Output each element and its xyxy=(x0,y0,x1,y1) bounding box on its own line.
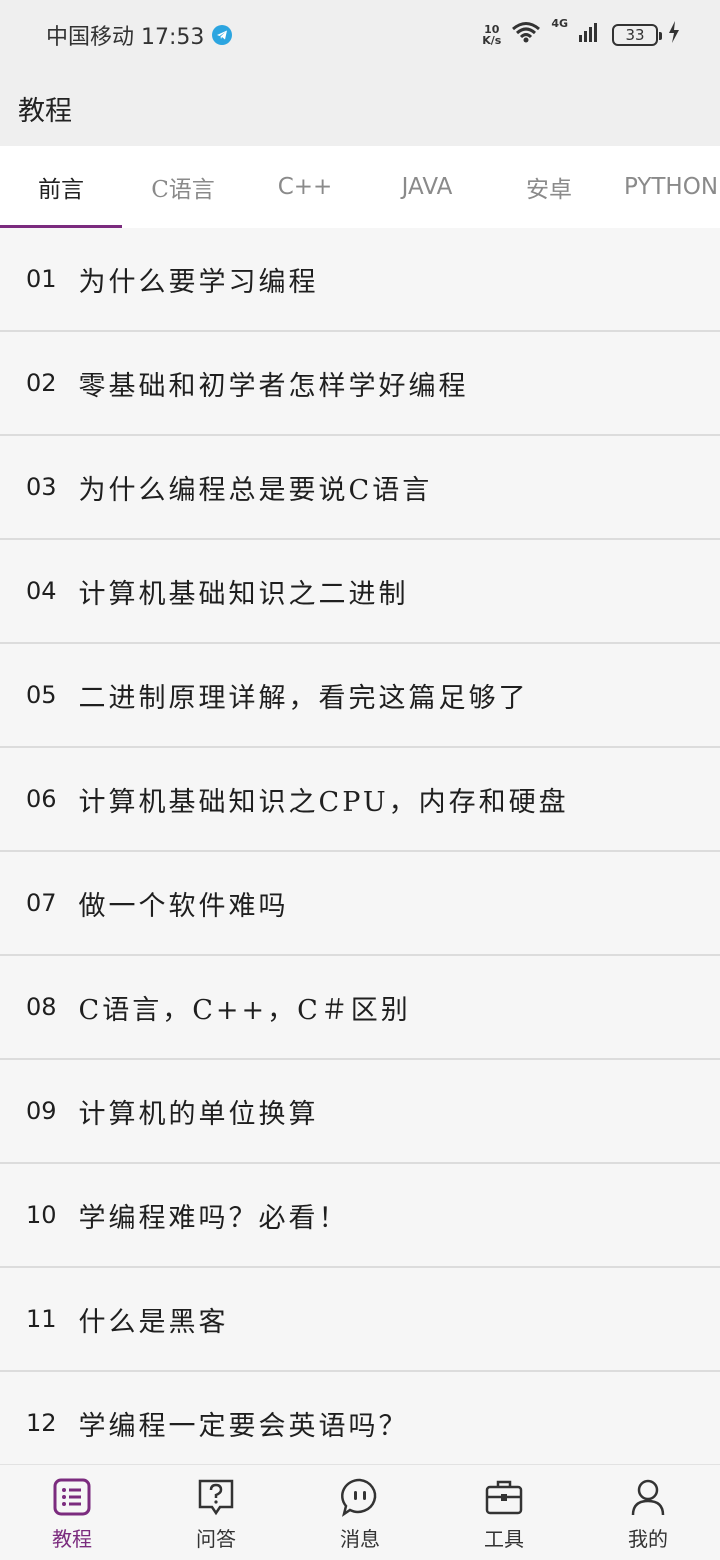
item-title: 为什么编程总是要说C语言 xyxy=(78,474,433,506)
list-item[interactable]: 10 学编程难吗？必看！ xyxy=(0,1164,720,1268)
toolbox-icon xyxy=(485,1480,523,1515)
signal-icon xyxy=(578,21,602,49)
item-number: 07 xyxy=(26,889,57,917)
nav-profile[interactable]: 我的 xyxy=(576,1465,720,1560)
tab-label: C语言 xyxy=(151,177,215,203)
status-right: 10 K/s 4G 33 xyxy=(482,17,680,49)
tab-android[interactable]: 安卓 xyxy=(488,146,610,228)
app-header: 教程 xyxy=(0,70,720,146)
tab-label: C++ xyxy=(277,174,333,200)
tab-python[interactable]: PYTHON xyxy=(610,146,720,228)
nav-tutorial[interactable]: 教程 xyxy=(0,1465,144,1560)
item-number: 06 xyxy=(26,785,57,813)
nav-label: 问答 xyxy=(196,1527,236,1551)
item-number: 12 xyxy=(26,1409,57,1437)
tab-java[interactable]: JAVA xyxy=(366,146,488,228)
item-number: 03 xyxy=(26,473,57,501)
list-icon xyxy=(53,1478,91,1516)
list-item[interactable]: 08 C语言，C++，C＃区别 xyxy=(0,956,720,1060)
item-title: C语言，C++，C＃区别 xyxy=(78,994,411,1026)
list-item[interactable]: 01 为什么要学习编程 xyxy=(0,228,720,332)
tab-preface[interactable]: 前言 xyxy=(0,146,122,228)
page-title: 教程 xyxy=(18,95,72,127)
telegram-icon xyxy=(212,25,233,45)
list-item[interactable]: 05 二进制原理详解，看完这篇足够了 xyxy=(0,644,720,748)
item-number: 09 xyxy=(26,1097,57,1125)
user-icon xyxy=(631,1479,665,1516)
battery-level: 33 xyxy=(625,26,645,44)
question-icon xyxy=(198,1479,234,1516)
tab-label: 安卓 xyxy=(526,177,572,203)
nav-messages[interactable]: 消息 xyxy=(288,1465,432,1560)
battery-icon: 33 xyxy=(612,24,662,46)
list-item[interactable]: 11 什么是黑客 xyxy=(0,1268,720,1372)
tab-label: PYTHON xyxy=(623,174,719,200)
item-number: 01 xyxy=(26,265,57,293)
item-title: 学编程难吗？必看！ xyxy=(78,1202,349,1234)
item-title: 零基础和初学者怎样学好编程 xyxy=(78,370,469,402)
tab-bar: 前言 C语言 C++ JAVA 安卓 PYTHON xyxy=(0,146,720,228)
tab-label: 前言 xyxy=(38,177,84,203)
list-item[interactable]: 06 计算机基础知识之CPU，内存和硬盘 xyxy=(0,748,720,852)
item-title: 什么是黑客 xyxy=(78,1306,229,1338)
item-title: 计算机基础知识之二进制 xyxy=(78,578,409,610)
list-item[interactable]: 12 学编程一定要会英语吗？ xyxy=(0,1372,720,1476)
status-bar: 中国移动 17:53 10 K/s 4G 33 xyxy=(0,0,720,70)
nav-label: 工具 xyxy=(484,1527,524,1551)
item-number: 08 xyxy=(26,993,57,1021)
nav-qa[interactable]: 问答 xyxy=(144,1465,288,1560)
item-title: 为什么要学习编程 xyxy=(78,266,319,298)
carrier-time: 中国移动 17:53 xyxy=(46,25,205,50)
list-item[interactable]: 07 做一个软件难吗 xyxy=(0,852,720,956)
item-title: 做一个软件难吗 xyxy=(78,890,289,922)
list-item[interactable]: 02 零基础和初学者怎样学好编程 xyxy=(0,332,720,436)
list-item[interactable]: 09 计算机的单位换算 xyxy=(0,1060,720,1164)
tab-c[interactable]: C语言 xyxy=(122,146,244,228)
bottom-nav: 教程 问答 消息 工具 我的 xyxy=(0,1464,720,1560)
list-item[interactable]: 04 计算机基础知识之二进制 xyxy=(0,540,720,644)
list-item[interactable]: 03 为什么编程总是要说C语言 xyxy=(0,436,720,540)
status-left: 中国移动 17:53 xyxy=(46,19,233,51)
nav-label: 我的 xyxy=(628,1527,668,1551)
wifi-icon xyxy=(511,21,541,49)
item-number: 02 xyxy=(26,369,57,397)
item-title: 计算机基础知识之CPU，内存和硬盘 xyxy=(78,786,569,818)
item-number: 10 xyxy=(26,1201,57,1229)
message-icon xyxy=(341,1478,377,1517)
network-type: 4G xyxy=(551,17,568,30)
nav-tools[interactable]: 工具 xyxy=(432,1465,576,1560)
item-title: 计算机的单位换算 xyxy=(78,1098,319,1130)
net-speed-unit: K/s xyxy=(482,34,502,47)
nav-label: 教程 xyxy=(52,1527,92,1551)
item-number: 04 xyxy=(26,577,57,605)
tab-label: JAVA xyxy=(401,174,453,200)
charging-icon xyxy=(668,21,680,49)
tab-cpp[interactable]: C++ xyxy=(244,146,366,228)
item-title: 二进制原理详解，看完这篇足够了 xyxy=(78,682,529,714)
tutorial-list: 01 为什么要学习编程 02 零基础和初学者怎样学好编程 03 为什么编程总是要说C语… xyxy=(0,228,720,1476)
net-speed: 10 K/s xyxy=(482,24,501,46)
item-number: 05 xyxy=(26,681,57,709)
item-number: 11 xyxy=(26,1305,57,1333)
nav-label: 消息 xyxy=(340,1527,380,1551)
item-title: 学编程一定要会英语吗？ xyxy=(78,1410,409,1442)
